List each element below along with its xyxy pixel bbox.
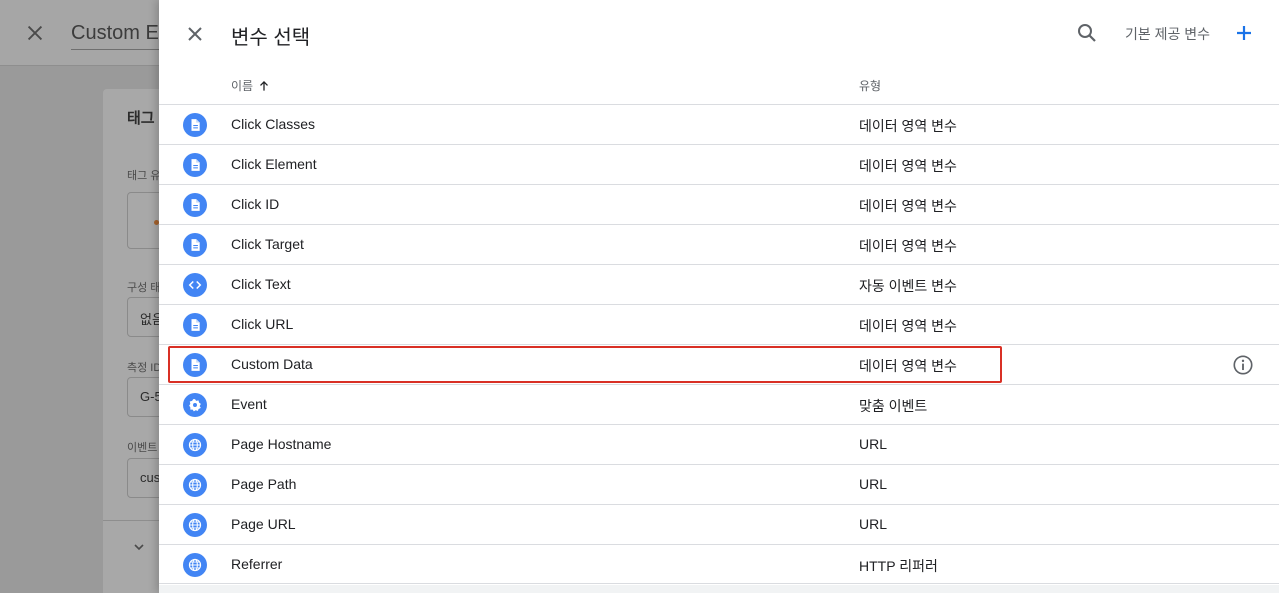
variable-name: Click Target xyxy=(231,236,304,252)
background-card-title: 태그 xyxy=(127,110,155,127)
variable-row[interactable]: Click Text 자동 이벤트 변수 xyxy=(159,264,1279,304)
variable-name: Page Hostname xyxy=(231,436,332,452)
variable-type: 자동 이벤트 변수 xyxy=(859,278,957,294)
background-label-measurement-id: 측정 ID xyxy=(127,362,162,374)
variable-type: 데이터 영역 변수 xyxy=(859,118,957,134)
background-title: Custom Ev xyxy=(71,22,169,50)
variable-row[interactable]: Custom Data 데이터 영역 변수 xyxy=(159,344,1279,384)
document-icon xyxy=(183,313,207,337)
variable-type: 맞춤 이벤트 xyxy=(859,398,928,414)
document-icon xyxy=(183,353,207,377)
variable-name: Click Classes xyxy=(231,116,316,132)
variable-type: 데이터 영역 변수 xyxy=(859,318,957,334)
background-label-config: 구성 태 xyxy=(127,282,161,294)
close-icon[interactable] xyxy=(183,22,207,46)
variable-name: Page Path xyxy=(231,476,297,492)
document-icon xyxy=(183,153,207,177)
variable-name: Click URL xyxy=(231,316,294,332)
variable-row[interactable]: Click URL 데이터 영역 변수 xyxy=(159,304,1279,344)
variable-row[interactable]: Click ID 데이터 영역 변수 xyxy=(159,184,1279,224)
gear-icon xyxy=(183,393,207,417)
variable-type: 데이터 영역 변수 xyxy=(859,158,957,174)
variable-table: Click Classes 데이터 영역 변수 Click Element 데이터 영… xyxy=(159,104,1279,584)
globe-icon xyxy=(183,473,207,497)
variable-name: Click Text xyxy=(231,276,291,292)
variable-type: HTTP 리퍼러 xyxy=(859,558,938,574)
column-header-type[interactable]: 유형 xyxy=(859,77,881,94)
document-icon xyxy=(183,113,207,137)
variable-row[interactable]: Click Target 데이터 영역 변수 xyxy=(159,224,1279,264)
column-header-name[interactable]: 이름 xyxy=(231,77,271,94)
variable-type: URL xyxy=(859,476,888,492)
variable-name: Event xyxy=(231,396,267,412)
arrow-up-icon xyxy=(260,80,269,91)
variable-type: URL xyxy=(859,436,888,452)
add-icon[interactable] xyxy=(1232,21,1256,45)
variable-row[interactable]: Page Hostname URL xyxy=(159,424,1279,464)
column-header-type-label: 유형 xyxy=(859,79,882,93)
variable-picker-panel: 변수 선택 기본 제공 변수 이름 유형 Click Classes 데이터 영역… xyxy=(159,0,1279,593)
document-icon xyxy=(183,233,207,257)
document-icon xyxy=(183,193,207,217)
search-icon[interactable] xyxy=(1075,21,1099,45)
code-icon xyxy=(183,273,207,297)
variable-type: URL xyxy=(859,516,888,532)
variable-row[interactable]: Page Path URL xyxy=(159,464,1279,504)
globe-icon xyxy=(183,433,207,457)
variable-type: 데이터 영역 변수 xyxy=(859,238,957,254)
variable-name: Click Element xyxy=(231,156,317,172)
background-label-event: 이벤트 xyxy=(127,442,158,454)
variable-row[interactable]: Page URL URL xyxy=(159,504,1279,544)
variable-row[interactable]: Event 맞춤 이벤트 xyxy=(159,384,1279,424)
background-label-tag-type: 태그 유 xyxy=(127,170,161,182)
variable-row[interactable]: Click Classes 데이터 영역 변수 xyxy=(159,104,1279,144)
variable-name: Click ID xyxy=(231,196,280,212)
variable-row[interactable]: Click Element 데이터 영역 변수 xyxy=(159,144,1279,184)
globe-icon xyxy=(183,513,207,537)
variable-type: 데이터 영역 변수 xyxy=(859,358,957,374)
variable-name: Referrer xyxy=(231,556,283,572)
info-icon[interactable] xyxy=(1232,354,1254,376)
builtin-variables-button[interactable]: 기본 제공 변수 xyxy=(1125,24,1210,44)
panel-footer-strip xyxy=(159,585,1279,593)
column-header-name-label: 이름 xyxy=(231,79,254,93)
panel-title: 변수 선택 xyxy=(231,27,311,49)
background-chevron-down-icon xyxy=(134,544,144,551)
variable-name: Custom Data xyxy=(231,356,313,372)
background-close-icon xyxy=(27,25,43,41)
variable-name: Page URL xyxy=(231,516,296,532)
variable-row[interactable]: Referrer HTTP 리퍼러 xyxy=(159,544,1279,584)
variable-type: 데이터 영역 변수 xyxy=(859,198,957,214)
globe-icon xyxy=(183,553,207,577)
